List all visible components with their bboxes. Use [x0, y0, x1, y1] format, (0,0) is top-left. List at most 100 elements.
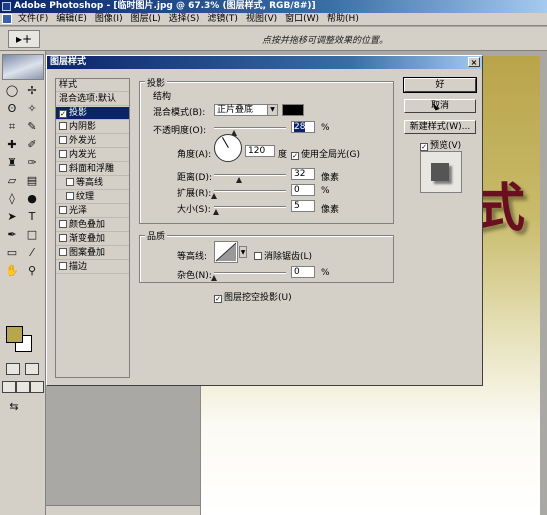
- style-checkbox[interactable]: [59, 234, 67, 242]
- eraser-tool-icon[interactable]: ▱: [4, 173, 20, 189]
- style-list-item[interactable]: 渐变叠加: [56, 233, 129, 246]
- style-checkbox[interactable]: [66, 178, 74, 186]
- style-list-item[interactable]: 外发光: [56, 135, 129, 148]
- style-list-item[interactable]: 斜面和浮雕: [56, 163, 129, 176]
- menu-edit[interactable]: 编辑(E): [52, 13, 91, 25]
- pen-tool-icon[interactable]: ✒: [4, 227, 20, 243]
- eyedropper-tool-icon[interactable]: ⁄: [24, 245, 40, 261]
- antialias-option[interactable]: 消除锯齿(L): [254, 249, 312, 262]
- style-checkbox[interactable]: [59, 122, 67, 130]
- menu-image[interactable]: 图像(I): [91, 13, 127, 25]
- size-slider-thumb[interactable]: [213, 209, 219, 215]
- new-style-button[interactable]: 新建样式(W)...: [404, 120, 476, 134]
- menu-help[interactable]: 帮助(H): [323, 13, 363, 25]
- dodge-tool-icon[interactable]: ●: [24, 191, 40, 207]
- antialias-checkbox[interactable]: [254, 252, 262, 260]
- angle-field[interactable]: 120: [245, 145, 275, 157]
- style-checkbox[interactable]: [59, 150, 67, 158]
- preview-option[interactable]: ✓ 预览(V): [420, 138, 461, 151]
- knockout-checkbox[interactable]: ✓: [214, 295, 222, 303]
- size-field[interactable]: 5: [291, 200, 315, 212]
- distance-field[interactable]: 32: [291, 168, 315, 180]
- style-list-item[interactable]: 内阴影: [56, 121, 129, 134]
- spread-field[interactable]: 0: [291, 184, 315, 196]
- style-list-item[interactable]: 光泽: [56, 205, 129, 218]
- ok-button[interactable]: 好: [403, 77, 477, 93]
- shadow-color-swatch[interactable]: [282, 104, 304, 116]
- size-slider[interactable]: [214, 206, 286, 208]
- notes-tool-icon[interactable]: ▭: [4, 245, 20, 261]
- style-checkbox[interactable]: [59, 248, 67, 256]
- type-tool-icon[interactable]: T: [24, 209, 40, 225]
- angle-dial[interactable]: [214, 134, 242, 162]
- zoom-tool-icon[interactable]: ⚲: [24, 263, 40, 279]
- style-checkbox[interactable]: [59, 206, 67, 214]
- menu-view[interactable]: 视图(V): [242, 13, 281, 25]
- full-screen-mode-icon[interactable]: [30, 381, 44, 393]
- opacity-slider[interactable]: [214, 127, 286, 129]
- style-checkbox[interactable]: [66, 192, 74, 200]
- opacity-field[interactable]: 28: [291, 121, 315, 133]
- style-list-item[interactable]: 内发光: [56, 149, 129, 162]
- path-selection-tool-icon[interactable]: ➤: [4, 209, 20, 225]
- crop-tool-icon[interactable]: ⌗: [4, 119, 20, 135]
- style-checkbox[interactable]: [59, 262, 67, 270]
- close-icon[interactable]: ×: [468, 57, 480, 67]
- blend-mode-label: 混合模式(B):: [153, 108, 206, 118]
- style-list-item[interactable]: 描边: [56, 261, 129, 274]
- spread-slider[interactable]: [214, 190, 286, 192]
- noise-field[interactable]: 0: [291, 266, 315, 278]
- blur-tool-icon[interactable]: ◊: [4, 191, 20, 207]
- standard-screen-mode-icon[interactable]: [2, 381, 16, 393]
- shape-tool-icon[interactable]: □: [24, 227, 40, 243]
- style-list-item[interactable]: 混合选项:默认: [56, 93, 129, 106]
- style-list-item[interactable]: 纹理: [56, 191, 129, 204]
- noise-slider-thumb[interactable]: [211, 275, 217, 281]
- knockout-option[interactable]: ✓ 图层挖空投影(U): [214, 290, 292, 303]
- brush-tool-icon[interactable]: ✐: [24, 137, 40, 153]
- contour-picker[interactable]: [214, 241, 238, 263]
- tool-preset-picker[interactable]: ▸+: [8, 30, 40, 48]
- standard-mode-icon[interactable]: [6, 363, 20, 375]
- preview-checkbox[interactable]: ✓: [420, 143, 428, 151]
- menu-select[interactable]: 选择(S): [165, 13, 204, 25]
- slice-tool-icon[interactable]: ✎: [24, 119, 40, 135]
- menu-filter[interactable]: 滤镜(T): [203, 13, 242, 25]
- style-list-item[interactable]: 颜色叠加: [56, 219, 129, 232]
- healing-brush-tool-icon[interactable]: ✚: [4, 137, 20, 153]
- move-tool-icon[interactable]: ✢: [24, 83, 40, 99]
- distance-slider-thumb[interactable]: [236, 177, 242, 183]
- document-icon[interactable]: [2, 14, 12, 24]
- style-list-item[interactable]: 等高线: [56, 177, 129, 190]
- style-list-item[interactable]: 图案叠加: [56, 247, 129, 260]
- history-brush-tool-icon[interactable]: ✑: [24, 155, 40, 171]
- foreground-color-swatch[interactable]: [6, 326, 23, 343]
- style-checkbox[interactable]: ✓: [59, 110, 67, 118]
- magic-wand-tool-icon[interactable]: ✧: [24, 101, 40, 117]
- menu-bar: 文件(F) 编辑(E) 图像(I) 图层(L) 选择(S) 滤镜(T) 视图(V…: [0, 13, 547, 26]
- hand-tool-icon[interactable]: ✋: [4, 263, 20, 279]
- distance-slider[interactable]: [214, 174, 286, 176]
- cancel-button[interactable]: 取消: [404, 99, 476, 113]
- style-list-item[interactable]: ✓ 投影: [56, 107, 129, 120]
- menu-window[interactable]: 窗口(W): [281, 13, 323, 25]
- spread-slider-thumb[interactable]: [211, 193, 217, 199]
- style-checkbox[interactable]: [59, 164, 67, 172]
- menu-layer[interactable]: 图层(L): [127, 13, 165, 25]
- noise-slider[interactable]: [214, 272, 286, 274]
- marquee-tool-icon[interactable]: ◯: [4, 83, 20, 99]
- global-light-option[interactable]: ✓ 使用全局光(G): [291, 147, 360, 160]
- style-list-item[interactable]: 样式: [56, 79, 129, 92]
- clone-stamp-tool-icon[interactable]: ♜: [4, 155, 20, 171]
- contour-chevron-down-icon[interactable]: ▼: [239, 246, 247, 258]
- jump-to-imageready-icon[interactable]: ⇆: [6, 399, 22, 415]
- blend-mode-dropdown[interactable]: 正片叠底 ▼: [214, 104, 278, 116]
- gradient-tool-icon[interactable]: ▤: [24, 173, 40, 189]
- global-light-checkbox[interactable]: ✓: [291, 152, 299, 160]
- lasso-tool-icon[interactable]: ʘ: [4, 101, 20, 117]
- style-checkbox[interactable]: [59, 220, 67, 228]
- style-checkbox[interactable]: [59, 136, 67, 144]
- quick-mask-mode-icon[interactable]: [25, 363, 39, 375]
- full-screen-menu-mode-icon[interactable]: [16, 381, 30, 393]
- menu-file[interactable]: 文件(F): [14, 13, 52, 25]
